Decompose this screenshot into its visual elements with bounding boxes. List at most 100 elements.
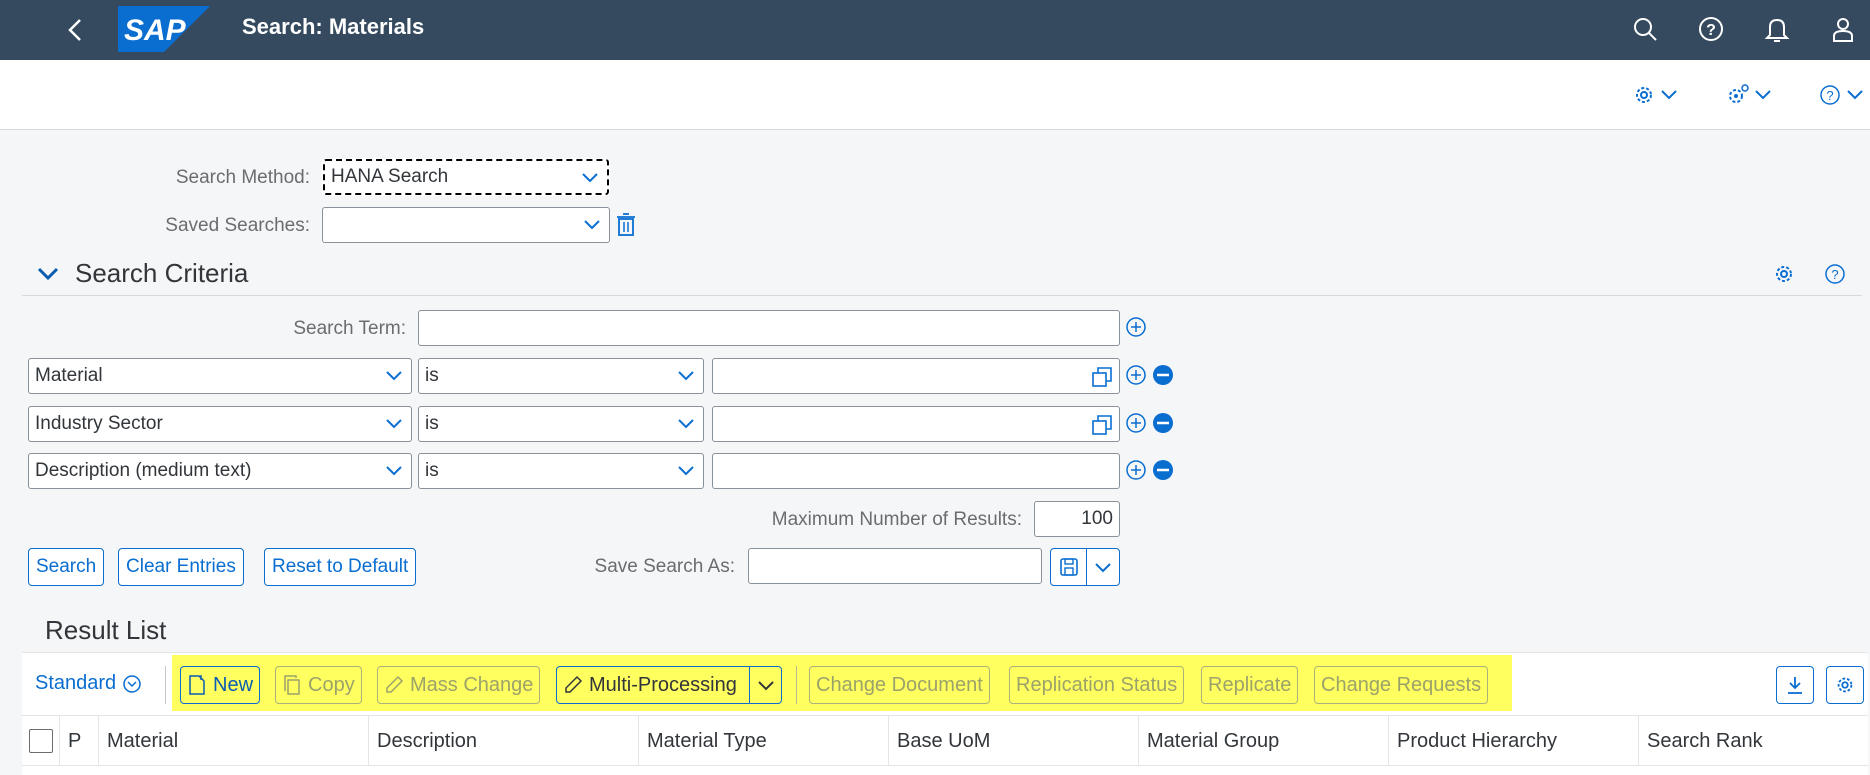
copy-label: Copy — [308, 674, 355, 696]
saved-searches-label: Saved Searches: — [165, 215, 310, 236]
chevron-down-circle-icon — [123, 674, 141, 693]
variant-label: Standard — [35, 672, 117, 694]
edit-icon — [565, 675, 583, 693]
criteria-value-input[interactable] — [712, 358, 1120, 394]
chevron-down-icon — [678, 419, 694, 429]
reset-to-default-button[interactable]: Reset to Default — [264, 548, 417, 586]
page-title: Search: Materials — [242, 14, 425, 39]
chevron-down-icon — [584, 220, 600, 230]
sap-logo[interactable]: SAP — [118, 6, 210, 52]
column-header-search-rank[interactable]: Search Rank — [1638, 716, 1868, 766]
help-icon[interactable]: ? — [1823, 262, 1847, 286]
svg-text:?: ? — [1706, 22, 1716, 39]
search-button[interactable]: Search — [28, 548, 105, 586]
replicate-button[interactable]: Replicate — [1201, 666, 1299, 704]
criteria-operator-select[interactable]: is — [418, 453, 704, 489]
table-settings-button[interactable] — [1826, 666, 1864, 704]
edit-icon — [386, 675, 404, 693]
save-search-label: Save Search As: — [594, 556, 735, 577]
remove-criterion-icon[interactable] — [1152, 364, 1174, 386]
search-icon[interactable] — [1630, 14, 1660, 44]
value-help-icon[interactable] — [1091, 414, 1113, 436]
export-button[interactable] — [1776, 666, 1814, 704]
variant-selector[interactable]: Standard — [35, 672, 142, 695]
save-icon[interactable] — [1059, 557, 1079, 577]
copy-button[interactable]: Copy — [275, 666, 362, 704]
criteria-field-select[interactable]: Industry Sector — [28, 406, 412, 442]
change-document-button[interactable]: Change Document — [809, 666, 990, 704]
chevron-down-icon — [386, 419, 402, 429]
column-header-description[interactable]: Description — [368, 716, 638, 766]
svg-text:?: ? — [1831, 267, 1838, 282]
criteria-operator-value: is — [425, 413, 439, 434]
column-header-material[interactable]: Material — [98, 716, 368, 766]
settings-menu[interactable] — [1632, 82, 1678, 108]
search-criteria-header: Search Criteria ? — [22, 256, 1862, 296]
saved-searches-select[interactable] — [322, 207, 610, 243]
add-criterion-icon[interactable] — [1125, 412, 1147, 434]
multi-processing-button[interactable]: Multi-Processing — [556, 666, 782, 704]
settings-icon[interactable] — [1772, 262, 1796, 286]
toolbar-separator — [165, 666, 166, 704]
column-header-product-hierarchy[interactable]: Product Hierarchy — [1388, 716, 1638, 766]
add-criterion-icon[interactable] — [1125, 459, 1147, 481]
chevron-down-icon — [678, 466, 694, 476]
save-search-split-button[interactable] — [1050, 548, 1120, 586]
change-requests-button[interactable]: Change Requests — [1314, 666, 1489, 704]
criteria-operator-value: is — [425, 460, 439, 481]
mass-change-button[interactable]: Mass Change — [377, 666, 541, 704]
notifications-icon[interactable] — [1762, 14, 1792, 44]
svg-text:?: ? — [1826, 88, 1833, 103]
column-header-material-group[interactable]: Material Group — [1138, 716, 1388, 766]
remove-criterion-icon[interactable] — [1152, 412, 1174, 434]
search-method-select[interactable]: HANA Search — [322, 158, 610, 196]
max-results-input[interactable]: 100 — [1034, 501, 1120, 537]
toolbar-separator — [796, 666, 797, 704]
value-help-icon[interactable] — [1091, 366, 1113, 388]
chevron-down-icon[interactable] — [757, 679, 775, 693]
shell-bar: SAP Search: Materials ? — [0, 0, 1870, 60]
system-settings-menu[interactable] — [1726, 82, 1772, 108]
clear-entries-button[interactable]: Clear Entries — [118, 548, 244, 586]
chevron-down-icon — [386, 371, 402, 381]
system-settings-icon — [1729, 84, 1749, 103]
column-header-p[interactable]: P — [59, 716, 99, 766]
new-label: New — [213, 674, 254, 696]
max-results-value: 100 — [1081, 508, 1113, 529]
replication-status-button[interactable]: Replication Status — [1009, 666, 1185, 704]
criteria-field-select[interactable]: Material — [28, 358, 412, 394]
chevron-down-icon — [386, 466, 402, 476]
search-term-label: Search Term: — [293, 318, 406, 339]
mass-change-label: Mass Change — [410, 674, 534, 696]
criteria-value-input[interactable] — [712, 453, 1120, 489]
new-button[interactable]: New — [180, 666, 261, 704]
remove-criterion-icon[interactable] — [1152, 459, 1174, 481]
delete-icon[interactable] — [615, 212, 637, 238]
criteria-value-input[interactable] — [712, 406, 1120, 442]
collapse-chevron-icon[interactable] — [36, 264, 60, 284]
chevron-down-icon — [1755, 90, 1771, 100]
select-all-checkbox[interactable] — [29, 729, 53, 753]
criteria-field-select[interactable]: Description (medium text) — [28, 453, 412, 489]
user-icon[interactable] — [1828, 14, 1858, 44]
help-icon: ? — [1820, 85, 1840, 105]
criteria-operator-select[interactable]: is — [418, 406, 704, 442]
add-criterion-icon[interactable] — [1125, 364, 1147, 386]
search-term-input[interactable] — [418, 310, 1120, 346]
help-icon[interactable]: ? — [1696, 14, 1726, 44]
help-menu[interactable]: ? — [1818, 82, 1864, 108]
add-criterion-icon[interactable] — [1125, 316, 1147, 338]
chevron-down-icon[interactable] — [1094, 561, 1112, 575]
svg-text:SAP: SAP — [124, 14, 187, 47]
result-list-title: Result List — [45, 615, 167, 645]
criteria-field-value: Description (medium text) — [35, 460, 252, 481]
column-header-material-type[interactable]: Material Type — [638, 716, 888, 766]
application-toolbar: ? — [0, 60, 1870, 130]
criteria-field-value: Material — [35, 365, 103, 386]
save-search-input[interactable] — [748, 548, 1042, 584]
back-icon[interactable] — [62, 14, 88, 46]
criteria-operator-select[interactable]: is — [418, 358, 704, 394]
chevron-down-icon — [1847, 90, 1863, 100]
column-header-base-uom[interactable]: Base UoM — [888, 716, 1138, 766]
chevron-down-icon — [582, 173, 598, 183]
